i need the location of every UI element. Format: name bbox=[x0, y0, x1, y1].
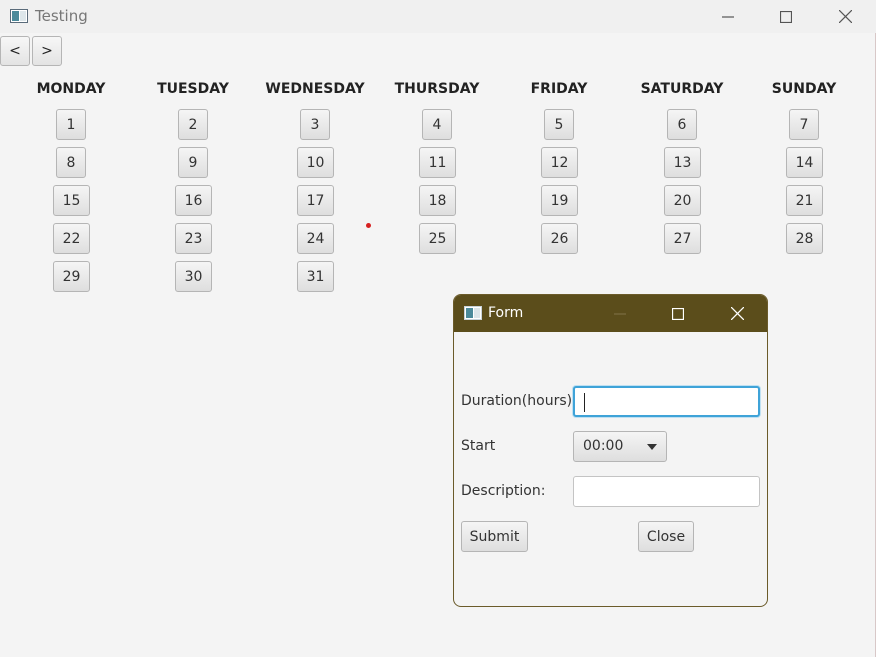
day-button-20[interactable]: 20 bbox=[664, 185, 701, 216]
next-month-button[interactable]: > bbox=[32, 36, 62, 66]
day-button-16[interactable]: 16 bbox=[175, 185, 212, 216]
day-button-5[interactable]: 5 bbox=[544, 109, 574, 140]
day-button-27[interactable]: 27 bbox=[664, 223, 701, 254]
day-button-17[interactable]: 17 bbox=[297, 185, 334, 216]
form-titlebar[interactable]: Form bbox=[454, 295, 767, 332]
maximize-icon bbox=[780, 10, 792, 23]
day-button-28[interactable]: 28 bbox=[786, 223, 823, 254]
text-caret bbox=[584, 393, 585, 412]
day-button-30[interactable]: 30 bbox=[175, 261, 212, 292]
day-button-11[interactable]: 11 bbox=[419, 147, 456, 178]
day-header-wednesday: WEDNESDAY bbox=[265, 81, 365, 97]
duration-input[interactable] bbox=[573, 386, 760, 417]
day-button-6[interactable]: 6 bbox=[667, 109, 697, 140]
start-time-select[interactable]: 00:00 bbox=[573, 431, 667, 462]
day-header-tuesday: TUESDAY bbox=[157, 81, 229, 97]
day-button-25[interactable]: 25 bbox=[419, 223, 456, 254]
day-header-saturday: SATURDAY bbox=[640, 81, 724, 97]
day-button-18[interactable]: 18 bbox=[419, 185, 456, 216]
day-button-3[interactable]: 3 bbox=[300, 109, 330, 140]
description-input[interactable] bbox=[573, 476, 760, 507]
day-button-1[interactable]: 1 bbox=[56, 109, 86, 140]
window-titlebar[interactable]: Testing bbox=[0, 0, 876, 33]
minimize-icon bbox=[614, 312, 626, 315]
day-button-9[interactable]: 9 bbox=[178, 147, 208, 178]
chevron-down-icon bbox=[647, 444, 657, 450]
close-icon bbox=[730, 307, 744, 320]
description-label: Description: bbox=[461, 483, 546, 499]
day-button-2[interactable]: 2 bbox=[178, 109, 208, 140]
close-icon bbox=[838, 10, 852, 23]
day-button-31[interactable]: 31 bbox=[297, 261, 334, 292]
day-header-friday: FRIDAY bbox=[530, 81, 588, 97]
day-header-sunday: SUNDAY bbox=[771, 81, 837, 97]
form-close-button[interactable] bbox=[714, 295, 760, 332]
duration-label: Duration(hours): bbox=[461, 393, 577, 409]
day-header-monday: MONDAY bbox=[36, 81, 106, 97]
maximize-button[interactable] bbox=[763, 0, 809, 33]
day-button-22[interactable]: 22 bbox=[53, 223, 90, 254]
day-button-29[interactable]: 29 bbox=[53, 261, 90, 292]
day-button-14[interactable]: 14 bbox=[786, 147, 823, 178]
form-title: Form bbox=[488, 305, 524, 321]
minimize-icon bbox=[722, 15, 734, 18]
form-maximize-button[interactable] bbox=[655, 295, 701, 332]
prev-month-button[interactable]: < bbox=[0, 36, 30, 66]
day-button-8[interactable]: 8 bbox=[56, 147, 86, 178]
marker-dot bbox=[366, 223, 371, 228]
minimize-button[interactable] bbox=[705, 0, 751, 33]
start-time-value: 00:00 bbox=[583, 438, 624, 454]
app-icon bbox=[10, 9, 28, 23]
day-button-10[interactable]: 10 bbox=[297, 147, 334, 178]
day-button-7[interactable]: 7 bbox=[789, 109, 819, 140]
submit-button[interactable]: Submit bbox=[461, 521, 528, 552]
day-button-19[interactable]: 19 bbox=[541, 185, 578, 216]
close-form-button[interactable]: Close bbox=[638, 521, 694, 552]
day-button-26[interactable]: 26 bbox=[541, 223, 578, 254]
day-button-4[interactable]: 4 bbox=[422, 109, 452, 140]
maximize-icon bbox=[672, 307, 684, 320]
start-label: Start bbox=[461, 438, 496, 454]
form-dialog: Form Duration(hours): Start 00:00 Descri… bbox=[453, 294, 768, 607]
day-header-thursday: THURSDAY bbox=[394, 81, 480, 97]
form-minimize-button bbox=[597, 295, 643, 332]
day-button-24[interactable]: 24 bbox=[297, 223, 334, 254]
form-app-icon bbox=[464, 306, 482, 320]
day-button-15[interactable]: 15 bbox=[53, 185, 90, 216]
window-title: Testing bbox=[35, 7, 88, 25]
day-button-13[interactable]: 13 bbox=[664, 147, 701, 178]
day-button-21[interactable]: 21 bbox=[786, 185, 823, 216]
day-button-23[interactable]: 23 bbox=[175, 223, 212, 254]
close-button[interactable] bbox=[822, 0, 868, 33]
day-button-12[interactable]: 12 bbox=[541, 147, 578, 178]
